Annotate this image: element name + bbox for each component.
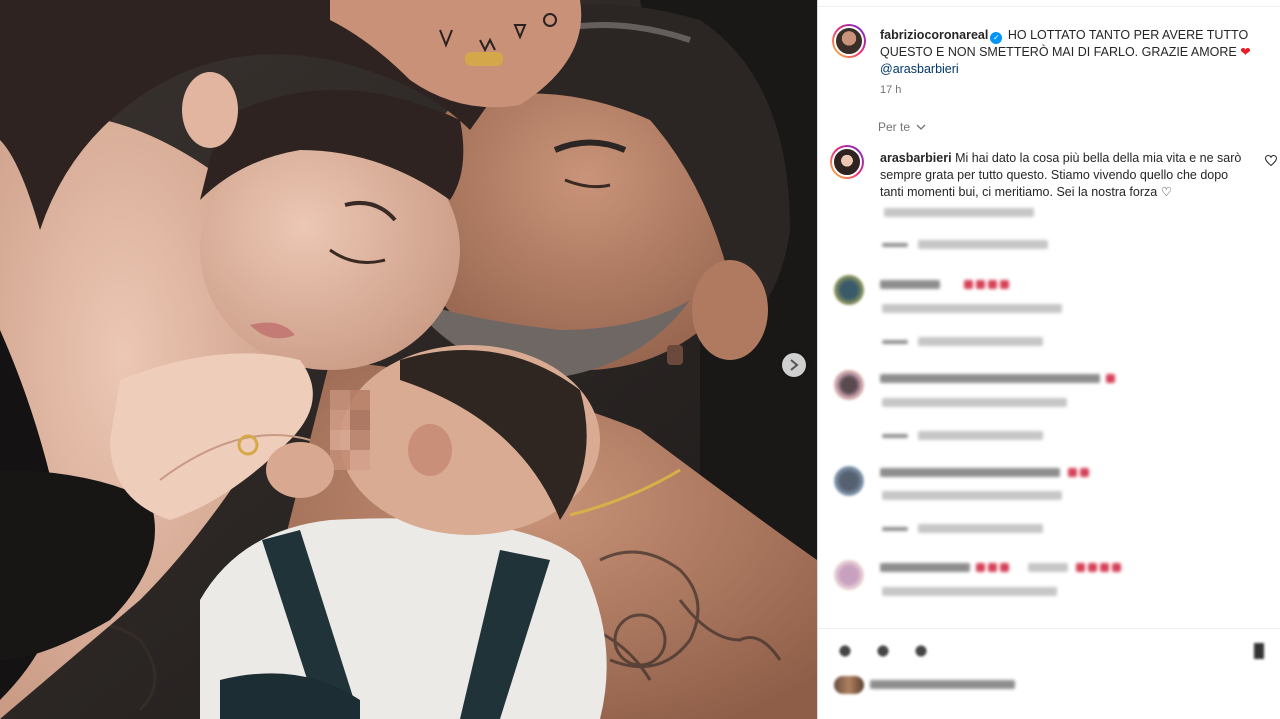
comment-username[interactable]: arasbarbieri [880,151,952,165]
translate-label: Per te [878,120,911,134]
obscured-avatar[interactable] [834,466,864,496]
chevron-down-icon [916,124,926,130]
like-button[interactable] [834,640,856,662]
obscured-avatar[interactable] [834,560,864,590]
liked-by-avatars[interactable] [834,676,864,694]
comment-button[interactable] [872,640,894,662]
comment: arasbarbieri Mi hai dato la cosa più bel… [880,150,1255,201]
translate-link[interactable]: Per te [878,120,926,134]
save-button[interactable] [1248,640,1270,662]
post-caption: fabriziocoronareal ✓ HO LOTTATO TANTO PER… [880,27,1255,78]
heart-emoji: ♡ [1160,185,1172,199]
commenter-avatar[interactable] [830,145,864,179]
heart-outline-icon [1264,154,1278,167]
mention-link[interactable]: @arasbarbieri [880,62,959,76]
chevron-right-icon [790,359,799,371]
panel-top-divider [818,0,1280,7]
author-username[interactable]: fabriziocoronareal [880,28,988,42]
obscured-avatar[interactable] [834,275,864,305]
post-sidebar: fabriziocoronareal ✓ HO LOTTATO TANTO PER… [817,0,1280,719]
photo-illustration [0,0,817,719]
comment-like-button[interactable] [1264,154,1278,169]
red-heart-emoji: ❤ [1240,45,1251,59]
next-photo-button[interactable] [782,353,806,377]
actions-divider [818,628,1280,629]
verified-badge-icon: ✓ [990,32,1003,44]
obscured-avatar[interactable] [834,370,864,400]
post-photo[interactable] [0,0,817,719]
post-time[interactable]: 17 h [880,84,901,96]
share-button[interactable] [910,640,932,662]
author-avatar[interactable] [832,24,866,58]
